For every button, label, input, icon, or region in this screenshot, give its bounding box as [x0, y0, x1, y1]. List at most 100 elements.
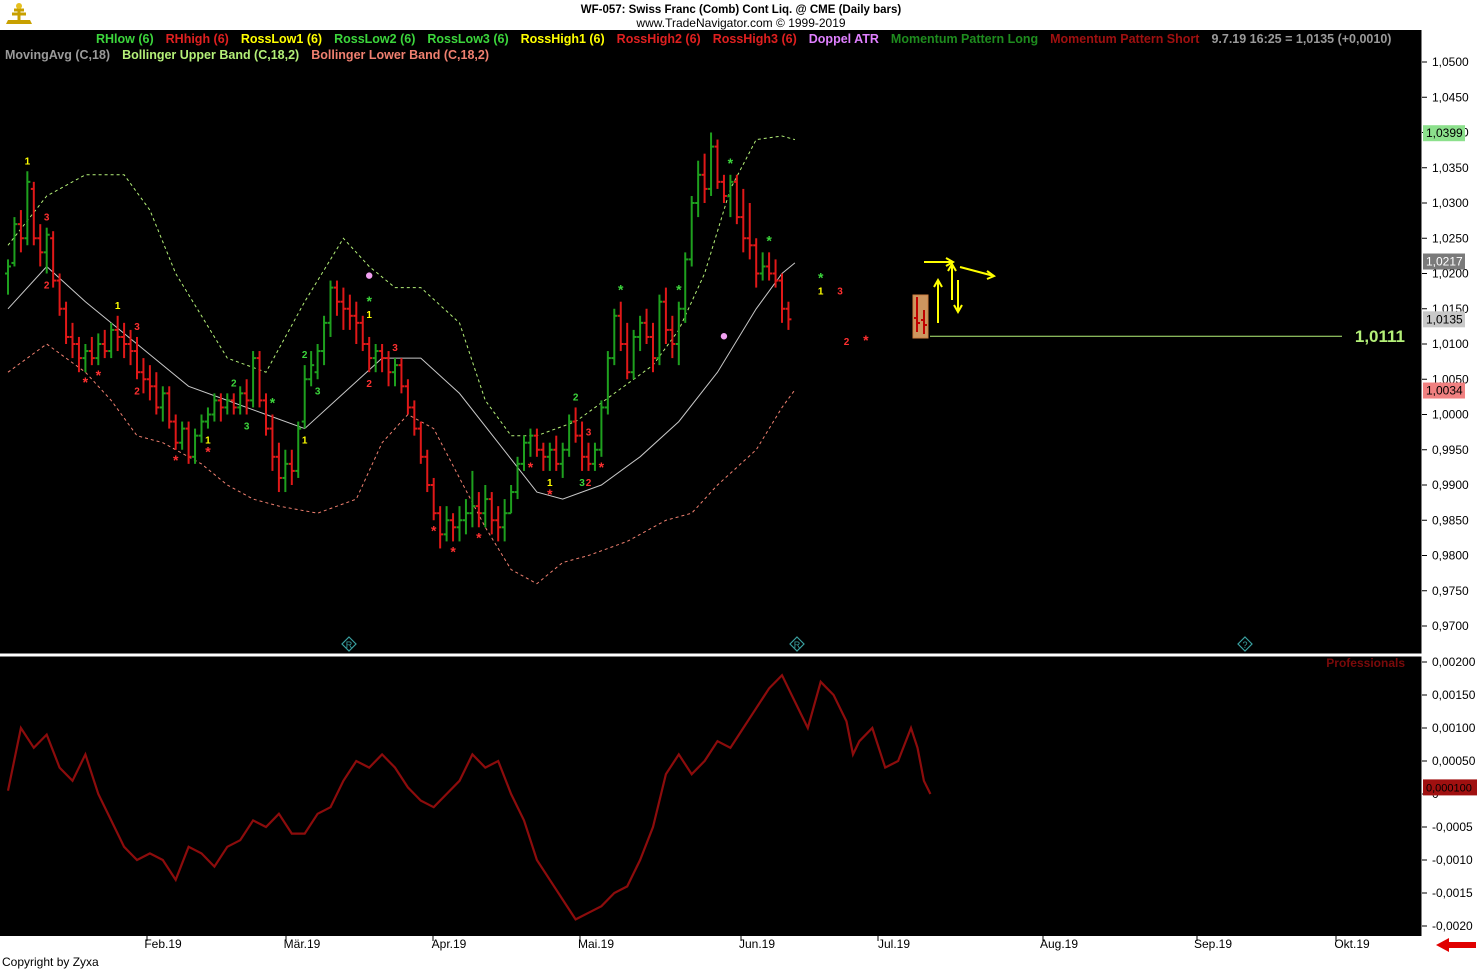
- legend-item: RossLow3 (6): [427, 32, 508, 46]
- svg-text:R: R: [346, 640, 353, 650]
- date-axis-label: Aug.19: [1040, 937, 1078, 951]
- signal-marker: 3: [315, 386, 321, 397]
- signal-marker: *: [547, 486, 553, 502]
- signal-marker: 1: [302, 436, 308, 447]
- legend-item: Momentum Pattern Long: [891, 32, 1038, 46]
- signal-marker: *: [96, 367, 102, 383]
- price-axis-label: 0,9950: [1432, 443, 1469, 457]
- price-axis-label: 1,0250: [1432, 231, 1469, 245]
- signal-marker: 2: [134, 386, 140, 397]
- indicator-axis-label: -0,0005: [1432, 820, 1473, 834]
- signal-marker: 3: [244, 422, 250, 433]
- legend-item: RossHigh2 (6): [617, 32, 701, 46]
- signal-marker: 1: [115, 301, 121, 312]
- signal-marker: 2: [44, 281, 50, 292]
- indicator-axis-label: -0,0020: [1432, 919, 1473, 933]
- legend-item: RossLow2 (6): [334, 32, 415, 46]
- indicator-axis-label: 0,00200: [1432, 655, 1476, 669]
- signal-marker: *: [173, 452, 179, 468]
- tradenavigator-logo-icon: [2, 2, 36, 28]
- price-tag-label: 1,0034: [1426, 384, 1463, 398]
- price-tag-label: 1,0135: [1426, 312, 1463, 326]
- signal-marker: *: [766, 232, 772, 248]
- signal-marker: *: [863, 332, 869, 348]
- indicator-panel-background: [0, 656, 1422, 936]
- scroll-left-arrow-icon[interactable]: [1434, 938, 1478, 952]
- legend-item: RossHigh3 (6): [713, 32, 797, 46]
- price-axis-label: 0,9750: [1432, 584, 1469, 598]
- copyright: Copyright by Zyxa: [2, 955, 99, 969]
- price-axis-label: 1,0100: [1432, 337, 1469, 351]
- signal-marker: *: [83, 374, 89, 390]
- svg-text:R: R: [794, 640, 801, 650]
- signal-marker: 2: [573, 392, 579, 403]
- signal-marker: 2: [302, 350, 308, 361]
- level-line-label: 1,0111: [1355, 327, 1405, 346]
- date-axis-label: Mai.19: [578, 937, 614, 951]
- legend-item: MovingAvg (C,18): [5, 48, 110, 62]
- legend-item: RossHigh1 (6): [521, 32, 605, 46]
- date-axis-label: Apr.19: [432, 937, 467, 951]
- legend-item: RHhigh (6): [166, 32, 229, 46]
- last-bars-highlight: [912, 294, 929, 339]
- signal-marker: *: [599, 459, 605, 475]
- chart-canvas: WF-057: Swiss Franc (Comb) Cont Liq. @ C…: [0, 0, 1483, 969]
- indicator-tag-label: 0,000100: [1426, 782, 1472, 794]
- svg-text:?: ?: [1242, 640, 1247, 650]
- signal-marker: *: [476, 529, 482, 545]
- legend-item: Momentum Pattern Short: [1050, 32, 1200, 46]
- signal-marker: 1: [818, 287, 824, 298]
- price-tag-label: 1,0217: [1426, 255, 1463, 269]
- indicator-axis-label: 0,00150: [1432, 688, 1476, 702]
- date-axis-label: Okt.19: [1334, 937, 1370, 951]
- signal-marker: 3: [392, 343, 398, 354]
- signal-marker: 2: [231, 378, 237, 389]
- price-axis-label: 1,0450: [1432, 90, 1469, 104]
- signal-marker: 2: [366, 379, 372, 390]
- price-axis-label: 1,0350: [1432, 161, 1469, 175]
- signal-marker: *: [528, 459, 534, 475]
- signal-marker: 3: [44, 213, 50, 224]
- signal-marker: 2: [844, 337, 850, 348]
- legend-item: Bollinger Lower Band (C,18,2): [311, 48, 489, 62]
- price-axis-label: 0,9700: [1432, 619, 1469, 633]
- signal-marker: 3: [579, 478, 585, 489]
- date-axis-label: Mär.19: [284, 937, 321, 951]
- price-axis-label: 0,9900: [1432, 478, 1469, 492]
- signal-marker: 2: [586, 478, 592, 489]
- price-axis-label: 1,0300: [1432, 196, 1469, 210]
- indicator-axis-label: -0,0010: [1432, 853, 1473, 867]
- date-axis-label: Sep.19: [1194, 937, 1232, 951]
- date-axis-label: Jul.19: [878, 937, 910, 951]
- signal-marker: *: [205, 444, 211, 460]
- legend-item: Bollinger Upper Band (C,18,2): [122, 48, 299, 62]
- signal-marker: 3: [134, 322, 140, 333]
- indicator-axis-label: -0,0015: [1432, 886, 1473, 900]
- signal-marker: *: [728, 155, 734, 171]
- atr-dot: [366, 272, 373, 279]
- legend-row-2: MovingAvg (C,18) Bollinger Upper Band (C,…: [5, 48, 489, 62]
- price-axis-label: 0,9800: [1432, 549, 1469, 563]
- signal-marker: *: [676, 282, 682, 298]
- indicator-axis-label: 0,00050: [1432, 754, 1476, 768]
- signal-marker: 3: [837, 287, 843, 298]
- legend-item: Doppel ATR: [809, 32, 879, 46]
- signal-marker: *: [618, 282, 624, 298]
- legend-item: 9.7.19 16:25 = 1,0135 (+0,0010): [1211, 32, 1391, 46]
- atr-dot: [720, 333, 728, 340]
- indicator-value-tag: 0,000100: [1423, 779, 1477, 796]
- signal-marker: 1: [366, 310, 372, 321]
- signal-marker: 1: [25, 156, 31, 167]
- signal-marker: *: [270, 395, 276, 411]
- signal-marker: *: [431, 522, 437, 538]
- price-axis-label: 1,0500: [1432, 55, 1469, 69]
- price-axis-label: 0,9850: [1432, 513, 1469, 527]
- signal-marker: 3: [586, 428, 592, 439]
- signal-marker: *: [450, 543, 456, 559]
- legend-row-1: RHlow (6) RHhigh (6) RossLow1 (6) RossLow2 …: [96, 32, 1391, 46]
- indicator-title: Professionals: [1326, 656, 1405, 670]
- chart-subtitle: www.TradeNavigator.com © 1999-2019: [635, 16, 845, 30]
- chart-title: WF-057: Swiss Franc (Comb) Cont Liq. @ C…: [581, 4, 902, 16]
- price-axis-label: 1,0000: [1432, 408, 1469, 422]
- signal-marker: *: [818, 270, 824, 286]
